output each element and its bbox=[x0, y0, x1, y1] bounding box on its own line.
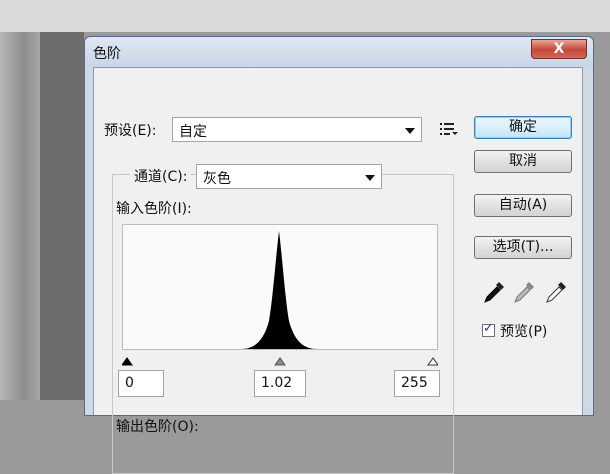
preview-label: 预览(P) bbox=[500, 324, 548, 340]
list-menu-icon[interactable] bbox=[440, 122, 458, 136]
black-eyedropper-icon[interactable] bbox=[482, 280, 506, 306]
auto-button[interactable]: 自动(A) bbox=[474, 194, 572, 217]
white-eyedropper-icon[interactable] bbox=[544, 280, 568, 306]
background-canvas-shadow bbox=[40, 32, 84, 400]
channel-value: 灰色 bbox=[203, 171, 231, 187]
title-bar: 色阶 X bbox=[85, 37, 593, 67]
channel-label: 通道(C): bbox=[130, 166, 192, 186]
histogram-curve bbox=[241, 231, 317, 349]
histogram-plot bbox=[241, 231, 317, 349]
output-levels-label: 输出色阶(O): bbox=[116, 419, 199, 435]
options-button[interactable]: 选项(T)... bbox=[474, 236, 572, 259]
preview-checkbox[interactable] bbox=[482, 321, 495, 337]
dialog-title: 色阶 bbox=[93, 46, 121, 62]
input-black-field[interactable]: 0 bbox=[118, 370, 164, 397]
input-slider-track bbox=[122, 357, 438, 366]
preset-value: 自定 bbox=[179, 124, 207, 140]
histogram bbox=[122, 224, 438, 350]
chevron-down-icon bbox=[365, 175, 375, 181]
background-top bbox=[0, 0, 610, 32]
gray-eyedropper-icon[interactable] bbox=[512, 280, 536, 306]
levels-dialog: 色阶 X 预设(E): 自定 通道(C): 灰色 输入色阶(I): 0 1.02… bbox=[84, 36, 594, 474]
preset-label: 预设(E): bbox=[104, 123, 157, 139]
input-white-field[interactable]: 255 bbox=[394, 370, 440, 397]
background-canvas bbox=[0, 32, 40, 400]
input-gamma-field[interactable]: 1.02 bbox=[254, 370, 306, 397]
white-point-slider[interactable] bbox=[427, 357, 438, 366]
chevron-down-icon bbox=[405, 128, 415, 134]
input-levels-label: 输入色阶(I): bbox=[116, 201, 192, 217]
black-point-slider[interactable] bbox=[122, 357, 133, 366]
close-button[interactable]: X bbox=[531, 39, 587, 59]
ok-button[interactable]: 确定 bbox=[474, 116, 572, 139]
dialog-client-area: 预设(E): 自定 通道(C): 灰色 输入色阶(I): 0 1.02 255 … bbox=[93, 67, 583, 474]
cancel-button[interactable]: 取消 bbox=[474, 150, 572, 173]
gamma-slider[interactable] bbox=[274, 357, 286, 366]
channel-select[interactable]: 灰色 bbox=[196, 164, 382, 189]
preset-select[interactable]: 自定 bbox=[172, 117, 422, 142]
